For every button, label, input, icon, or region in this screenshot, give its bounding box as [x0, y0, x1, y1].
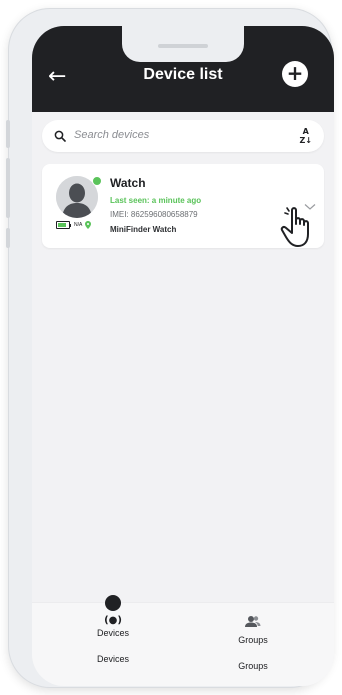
battery-fill [58, 223, 66, 227]
speaker-grille [158, 44, 208, 48]
broadcast-icon: (●) [104, 615, 122, 626]
device-list-content: Search devices A Z↓ N/A Watch Last seen:… [32, 112, 334, 602]
battery-icon [56, 221, 70, 229]
phone-frame: ← Device list + Search devices A Z↓ N/A … [6, 8, 334, 688]
side-button [6, 228, 10, 248]
tap-hand-icon [278, 204, 322, 257]
sort-az-icon[interactable]: A Z↓ [299, 127, 312, 145]
side-button [6, 158, 10, 218]
tab-groups-label: Groups [238, 635, 268, 645]
device-name: Watch [110, 176, 146, 190]
tab-devices[interactable]: (●) Devices Devices [68, 615, 158, 664]
side-button [6, 120, 10, 148]
device-model: MiniFinder Watch [110, 225, 177, 234]
tab-devices-sublabel: Devices [96, 654, 129, 664]
device-status-text: N/A [74, 222, 83, 228]
device-meta-row: N/A [56, 220, 92, 230]
search-icon [54, 129, 66, 147]
plus-icon: + [286, 61, 304, 85]
location-pin-icon [85, 216, 92, 234]
people-icon [245, 615, 261, 632]
online-status-dot [92, 176, 102, 186]
phone-notch [122, 26, 244, 62]
bottom-navigation: (●) Devices Devices Groups Groups [32, 595, 334, 686]
tab-groups-sublabel: Groups [238, 661, 268, 671]
app-screen: ← Device list + Search devices A Z↓ N/A … [32, 26, 334, 686]
search-bar[interactable]: Search devices A Z↓ [42, 120, 324, 152]
sort-letter-bottom: Z↓ [299, 136, 312, 145]
battery-cap [70, 223, 71, 227]
search-input[interactable]: Search devices [74, 129, 149, 141]
add-device-button[interactable]: + [282, 61, 308, 87]
device-last-seen: Last seen: a minute ago [110, 196, 202, 205]
tab-devices-label: Devices [96, 628, 129, 638]
sort-letter-top: A [302, 127, 309, 136]
device-imei: IMEI: 862596080658879 [110, 210, 198, 219]
touch-indicator [105, 595, 121, 611]
tab-groups[interactable]: Groups Groups [208, 615, 298, 671]
